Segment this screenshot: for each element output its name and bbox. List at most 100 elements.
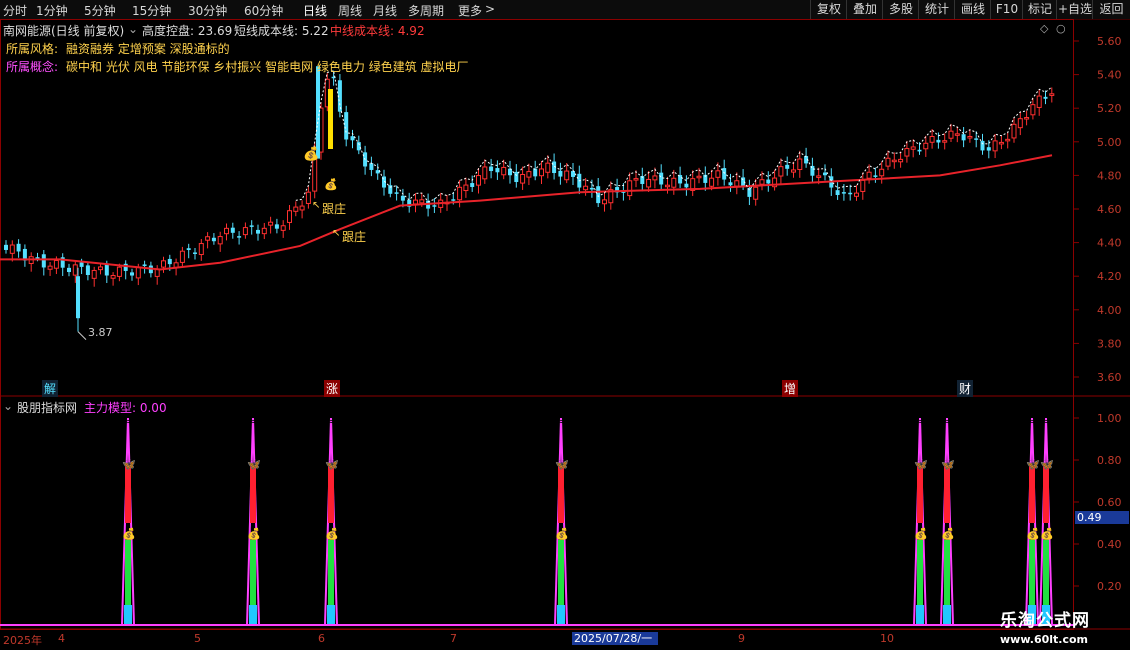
kline-chart[interactable]: 5.60 5.40 5.20 5.00 4.80 4.60 4.40 4.20 4.00 3.80… bbox=[0, 19, 1130, 650]
price-axis-label: 4.80 bbox=[1097, 169, 1122, 182]
candle-body-down bbox=[230, 227, 235, 233]
butterfly-icon: 🦋 bbox=[325, 458, 339, 471]
button-mark[interactable]: 标记 bbox=[1022, 0, 1057, 19]
price-axis-label: 3.80 bbox=[1097, 337, 1122, 350]
tab-5min[interactable]: 5分钟 bbox=[84, 2, 116, 19]
candle-body-up bbox=[854, 192, 859, 197]
time-label: 10 bbox=[880, 632, 894, 645]
tab-weekly[interactable]: 周线 bbox=[338, 2, 362, 19]
tab-daily[interactable]: 日线 bbox=[303, 2, 327, 19]
follow-label-2: 跟庄 bbox=[342, 230, 367, 244]
stock-title: 南网能源(日线 前复权) bbox=[3, 24, 125, 38]
tab-multi-period[interactable]: 多周期 bbox=[408, 2, 444, 19]
candle-body-down bbox=[350, 136, 355, 141]
time-label: 4 bbox=[58, 632, 65, 645]
butterfly-icon: 🦋 bbox=[247, 458, 261, 471]
candle-body-down bbox=[167, 258, 172, 265]
money-bag-icon: 💰 bbox=[1026, 528, 1040, 541]
candle-body-up bbox=[583, 185, 589, 191]
candle-body-up bbox=[198, 243, 204, 256]
button-stats[interactable]: 统计 bbox=[918, 0, 955, 19]
button-add-watchlist[interactable]: +自选 bbox=[1056, 0, 1093, 19]
toolbar: 分时 1分钟 5分钟 15分钟 30分钟 60分钟 日线 周线 月线 多周期 更… bbox=[0, 0, 1130, 20]
candle-body-down bbox=[451, 199, 456, 201]
follow-label-1: 跟庄 bbox=[322, 202, 347, 216]
tab-more[interactable]: 更多 bbox=[458, 2, 482, 19]
button-fuquan[interactable]: 复权 bbox=[810, 0, 847, 19]
spike-red bbox=[250, 464, 256, 523]
candle-body-up bbox=[602, 199, 607, 205]
candle-body-up bbox=[885, 157, 891, 167]
candle-body-up bbox=[860, 179, 866, 192]
smiley-icon: 😊 bbox=[914, 411, 927, 425]
candle-body-down bbox=[823, 172, 827, 176]
candle-body-down bbox=[67, 267, 71, 273]
marker-zeng[interactable]: 增 bbox=[782, 380, 799, 397]
candle-body-up bbox=[161, 260, 166, 268]
indicator-short-cost: 短线成本线: 5.22 bbox=[234, 24, 329, 38]
smiley-icon: 😊 bbox=[1040, 411, 1053, 425]
chevron-down-icon[interactable]: ⌄ bbox=[3, 399, 13, 413]
candle-body-up bbox=[9, 244, 15, 254]
price-axis-label: 4.40 bbox=[1097, 237, 1122, 250]
candle-body-up bbox=[797, 158, 803, 170]
candle-body-up bbox=[110, 275, 116, 279]
candle-body-down bbox=[4, 244, 8, 250]
tab-1min[interactable]: 1分钟 bbox=[36, 2, 68, 19]
candle-body-up bbox=[419, 199, 425, 204]
spike-cyan bbox=[557, 605, 565, 625]
watermark-url: www.60lt.com bbox=[1000, 633, 1089, 646]
circle-icon[interactable]: ○ bbox=[1056, 22, 1066, 35]
marker-cai[interactable]: 财 bbox=[957, 380, 974, 397]
candle-body-down bbox=[249, 225, 254, 227]
tab-60min[interactable]: 60分钟 bbox=[244, 2, 283, 19]
button-draw[interactable]: 画线 bbox=[954, 0, 991, 19]
money-bag-icon: 💰 bbox=[1040, 528, 1054, 541]
candle-body-up bbox=[633, 178, 639, 181]
candle-body-down bbox=[558, 170, 563, 177]
spike-red bbox=[125, 464, 131, 523]
button-back[interactable]: 返回 bbox=[1092, 0, 1130, 19]
tab-intraday[interactable]: 分时 bbox=[3, 2, 27, 19]
button-overlay[interactable]: 叠加 bbox=[846, 0, 883, 19]
smiley-icon: 😊 bbox=[941, 411, 954, 425]
candle-body-down bbox=[394, 192, 399, 194]
marker-zhang[interactable]: 涨 bbox=[324, 380, 341, 397]
candle-body-down bbox=[766, 179, 771, 184]
candle-body-up bbox=[305, 191, 311, 204]
candle-body-up bbox=[520, 173, 526, 184]
low-price-label: 3.87 bbox=[88, 326, 113, 339]
candle-body-down bbox=[722, 168, 727, 180]
candle-body-up bbox=[1005, 138, 1011, 142]
marker-jie[interactable]: 解 bbox=[42, 380, 59, 397]
candle-body-down bbox=[16, 243, 21, 252]
chevron-right-icon[interactable]: > bbox=[485, 2, 495, 16]
spike-cyan bbox=[916, 605, 924, 625]
diamond-icon[interactable]: ◇ bbox=[1040, 22, 1048, 35]
tab-monthly[interactable]: 月线 bbox=[373, 2, 397, 19]
candle-body-up bbox=[967, 136, 973, 139]
button-f10[interactable]: F10 bbox=[990, 0, 1023, 19]
sub-axis-label: 1.00 bbox=[1097, 412, 1122, 425]
money-bag-icon: 💰 bbox=[914, 528, 928, 541]
candles bbox=[4, 66, 1055, 340]
tab-15min[interactable]: 15分钟 bbox=[132, 2, 171, 19]
candle-body-up bbox=[539, 168, 544, 177]
spike-red bbox=[328, 464, 334, 523]
candle-body-up bbox=[1024, 117, 1030, 120]
candle-body-up bbox=[942, 140, 948, 143]
candle-body-down bbox=[432, 205, 437, 207]
candle-body-down bbox=[85, 265, 90, 275]
candle-body-up bbox=[135, 267, 141, 279]
button-multi-stock[interactable]: 多股 bbox=[882, 0, 919, 19]
candle-body-up bbox=[501, 166, 507, 176]
price-axis-label: 4.20 bbox=[1097, 270, 1122, 283]
candle-body-up bbox=[665, 184, 670, 188]
candle-body-down bbox=[186, 248, 191, 251]
chevron-down-icon[interactable]: ⌄ bbox=[128, 22, 138, 36]
candle-body-down bbox=[986, 147, 991, 151]
tab-30min[interactable]: 30分钟 bbox=[188, 2, 227, 19]
smiley-icon: 😊 bbox=[247, 411, 260, 425]
candle-body-down bbox=[728, 182, 733, 186]
smiley-icon: 😊 bbox=[555, 411, 568, 425]
